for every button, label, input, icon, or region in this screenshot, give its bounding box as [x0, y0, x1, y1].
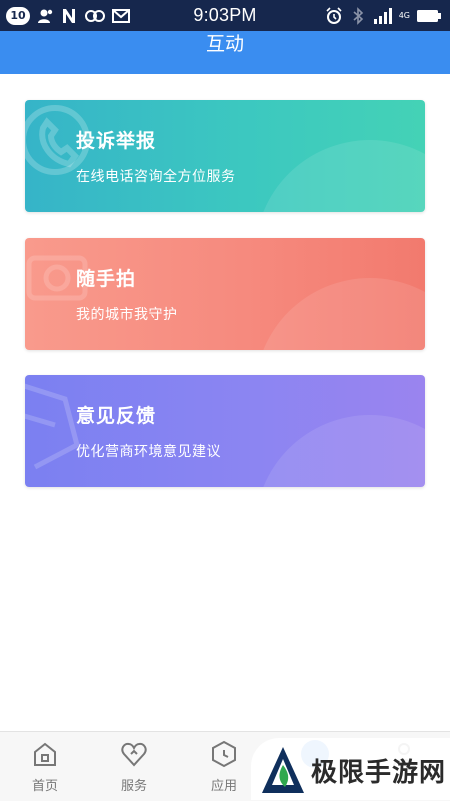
watermark: 极限手游网: [251, 738, 450, 800]
nav-item-apps[interactable]: 应用: [194, 732, 254, 801]
watermark-text: 极限手游网: [311, 758, 447, 788]
signal-icon: [373, 8, 392, 24]
card-decor-circle: [255, 415, 425, 487]
nav-label: 首页: [31, 779, 58, 794]
card-title: 意见反馈: [76, 405, 157, 427]
card-subtitle: 在线电话咨询全方位服务: [76, 169, 236, 185]
bluetooth-icon: [353, 7, 363, 25]
nav-label: 应用: [210, 779, 237, 794]
header-bar: 互动: [0, 31, 450, 74]
card-decor-circle: [255, 278, 425, 350]
status-bar: 10 9:03PM 4G: [0, 0, 450, 31]
complaint-report-card[interactable]: 投诉举报 在线电话咨询全方位服务: [25, 100, 425, 212]
battery-icon: [417, 10, 441, 22]
heart-icon: [121, 742, 147, 767]
feedback-card[interactable]: 意见反馈 优化营商环境意见建议: [25, 375, 425, 487]
status-right-icons: 4G: [325, 6, 442, 26]
card-subtitle: 我的城市我守护: [76, 307, 178, 323]
network-type-label: 4G: [398, 11, 410, 20]
nav-label: 服务: [120, 779, 147, 794]
home-icon: [34, 742, 56, 766]
card-title: 随手拍: [76, 268, 137, 290]
nav-item-home[interactable]: 首页: [15, 732, 75, 801]
nav-item-service[interactable]: 服务: [104, 732, 164, 801]
watermark-logo-icon: [262, 747, 304, 793]
snapshot-report-card[interactable]: 随手拍 我的城市我守护: [25, 238, 425, 350]
alarm-icon: [326, 7, 342, 24]
feedback-icon: [25, 383, 80, 470]
card-subtitle: 优化营商环境意见建议: [76, 444, 221, 460]
page-title: 互动: [205, 33, 244, 55]
card-decor-circle: [255, 140, 425, 212]
card-title: 投诉举报: [76, 130, 157, 152]
apps-icon: [212, 740, 236, 768]
